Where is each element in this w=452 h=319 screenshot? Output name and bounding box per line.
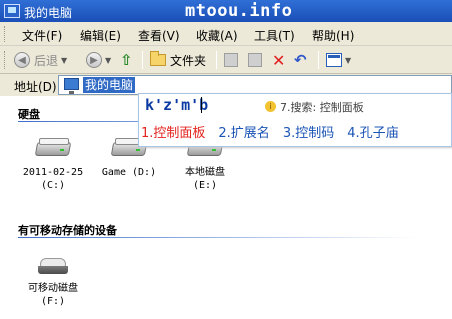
menu-tools[interactable]: 工具(T) (254, 27, 295, 44)
ime-candidate[interactable]: 4.孔子庙 (347, 122, 398, 142)
back-button[interactable]: ◀ 后退 ▼ (14, 50, 67, 70)
ime-candidate[interactable]: 3.控制码 (283, 122, 334, 142)
toolbar-grip[interactable] (4, 51, 7, 69)
toolbar-separator (142, 51, 143, 69)
back-dropdown-icon[interactable]: ▼ (61, 56, 67, 65)
toolbar: ◀ 后退 ▼ ▶ ▼ ⇧ 文件夹 ✕ ↶ ▼ (0, 46, 452, 74)
address-value[interactable]: 我的电脑 (83, 77, 136, 93)
views-button[interactable]: ▼ (326, 50, 351, 70)
ime-candidate[interactable]: 1.控制面板 (141, 122, 205, 142)
copy-to-button[interactable] (248, 50, 262, 70)
hard-drive-icon (34, 138, 72, 160)
section-removable: 有可移动存储的设备 (18, 224, 117, 237)
title-bar: 我的电脑 mtoou.info (0, 0, 452, 22)
toolbar-separator (318, 51, 319, 69)
drive-label: 可移动磁盘 (F:) (28, 283, 78, 307)
removable-disk-icon (38, 258, 68, 276)
views-dropdown-icon[interactable]: ▼ (345, 56, 351, 65)
menu-edit[interactable]: 编辑(E) (80, 27, 121, 44)
address-label: 地址(D) (14, 80, 57, 94)
ime-caret (201, 97, 202, 113)
folders-label: 文件夹 (170, 53, 207, 68)
up-button[interactable]: ⇧ (120, 50, 133, 70)
menu-bar: 文件(F) 编辑(E) 查看(V) 收藏(A) 工具(T) 帮助(H) (0, 22, 452, 46)
my-computer-icon (64, 78, 79, 94)
window-title: 我的电脑 (24, 6, 73, 20)
drive-label: 2011-02-25 (C:) (22, 167, 84, 191)
delete-button[interactable]: ✕ (272, 50, 285, 70)
ime-candidate-window: k'z'm'b i 7.搜索: 控制面板 1.控制面板 2.扩展名 3.控制码 … (138, 93, 452, 147)
forward-dropdown-icon[interactable]: ▼ (105, 56, 111, 65)
toolbar-separator (216, 51, 217, 69)
menu-view[interactable]: 查看(V) (138, 27, 180, 44)
ime-search-hint[interactable]: 7.搜索: 控制面板 (280, 99, 364, 115)
undo-icon: ↶ (294, 51, 307, 69)
info-icon: i (265, 101, 276, 112)
ime-composition-text: k'z'm'b (145, 96, 209, 114)
folders-icon (150, 51, 166, 66)
drive-label: Game (D:) (101, 167, 157, 178)
undo-button[interactable]: ↶ (294, 50, 307, 70)
drive-c[interactable]: 2011-02-25 (C:) (18, 138, 88, 192)
menu-favorites[interactable]: 收藏(A) (196, 27, 238, 44)
menu-help[interactable]: 帮助(H) (312, 27, 354, 44)
delete-icon: ✕ (272, 50, 286, 70)
folders-button[interactable]: 文件夹 (150, 50, 206, 70)
menu-file[interactable]: 文件(F) (22, 27, 62, 44)
move-to-icon (224, 53, 238, 67)
address-input[interactable]: 我的电脑 (58, 75, 452, 95)
my-computer-icon (4, 4, 20, 18)
copy-to-icon (248, 53, 262, 67)
back-icon: ◀ (14, 52, 30, 68)
back-label: 后退 (34, 53, 59, 68)
menu-grip[interactable] (4, 26, 7, 42)
ime-candidate[interactable]: 2.扩展名 (218, 122, 269, 142)
section-hard-disks: 硬盘 (18, 108, 40, 121)
watermark: mtoou.info (185, 1, 293, 21)
views-icon (326, 53, 342, 67)
up-icon: ⇧ (120, 51, 133, 69)
drive-label: 本地磁盘 (E:) (185, 167, 225, 191)
ime-candidate-list: 1.控制面板 2.扩展名 3.控制码 4.孔子庙 (141, 122, 412, 142)
forward-icon: ▶ (86, 52, 102, 68)
section-divider (18, 237, 418, 238)
move-to-button[interactable] (224, 50, 238, 70)
forward-button[interactable]: ▶ ▼ (86, 50, 111, 70)
drive-f[interactable]: 可移动磁盘 (F:) (18, 258, 88, 308)
